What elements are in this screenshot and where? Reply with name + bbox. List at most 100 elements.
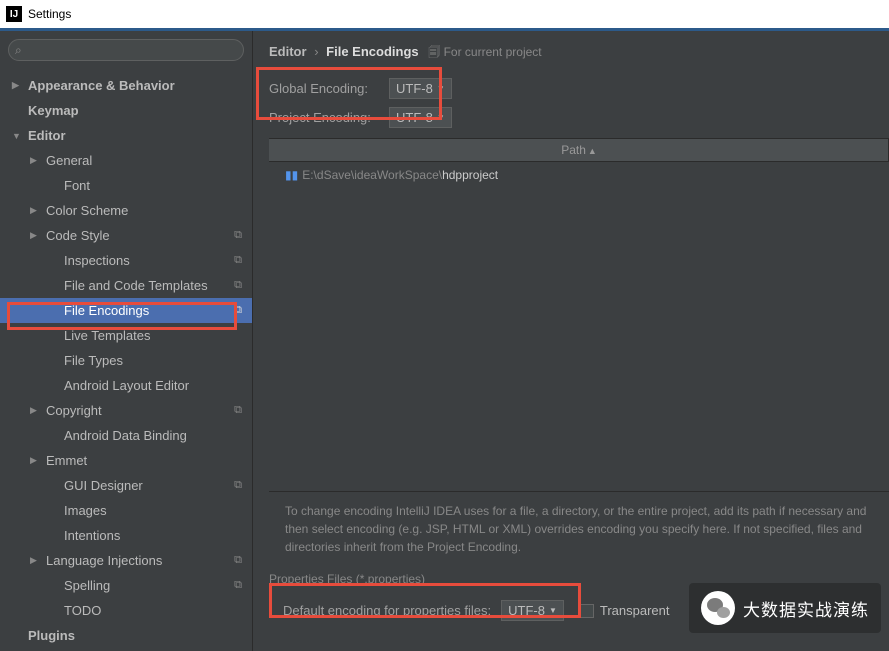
sidebar-item-appearance-behavior[interactable]: ▶ Appearance & Behavior <box>0 73 252 98</box>
sidebar-item-label: General <box>46 153 92 168</box>
tree-arrow-icon: ▶ <box>12 80 24 91</box>
transparent-checkbox-wrap[interactable]: Transparent <box>580 603 670 618</box>
sidebar-item-language-injections[interactable]: ▶ Language Injections ⧉ <box>0 548 252 573</box>
per-project-icon: ⧉ <box>234 479 242 492</box>
per-project-icon: ⧉ <box>234 279 242 292</box>
path-prefix: E:\dSave\ideaWorkSpace\ <box>302 168 442 182</box>
sidebar-item-label: Plugins <box>28 628 75 643</box>
sidebar-item-code-style[interactable]: ▶ Code Style ⧉ <box>0 223 252 248</box>
breadcrumb-sep: › <box>314 44 318 59</box>
app-logo-icon: IJ <box>6 6 22 22</box>
search-icon: ⌕ <box>15 43 22 58</box>
transparent-label: Transparent <box>600 603 670 618</box>
tree-arrow-icon: ▶ <box>30 455 42 466</box>
sidebar-item-label: File and Code Templates <box>64 278 208 293</box>
sidebar-item-label: Android Data Binding <box>64 428 187 443</box>
search-input[interactable] <box>8 39 244 61</box>
sidebar-item-images[interactable]: Images <box>0 498 252 523</box>
project-encoding-dropdown[interactable]: UTF-8 ▼ <box>389 107 452 128</box>
global-encoding-value: UTF-8 <box>396 81 433 96</box>
wechat-icon <box>701 591 735 625</box>
sidebar-item-label: Editor <box>28 128 66 143</box>
sidebar-item-label: Font <box>64 178 90 193</box>
tree-arrow-icon: ▶ <box>30 155 42 166</box>
breadcrumb-part2: File Encodings <box>326 44 418 59</box>
path-name: hdpproject <box>442 168 498 182</box>
path-row[interactable]: ▮▮ E:\dSave\ideaWorkSpace\hdpproject <box>285 168 873 182</box>
sidebar-item-copyright[interactable]: ▶ Copyright ⧉ <box>0 398 252 423</box>
transparent-checkbox[interactable] <box>580 604 594 618</box>
sidebar-item-live-templates[interactable]: Live Templates <box>0 323 252 348</box>
sidebar-item-label: Copyright <box>46 403 102 418</box>
sidebar-item-label: File Encodings <box>64 303 149 318</box>
settings-sidebar: ⌕ ▶ Appearance & Behavior Keymap ▼ Editor ▶ Ge… <box>0 31 253 651</box>
sidebar-item-label: Keymap <box>28 103 79 118</box>
sidebar-item-file-encodings[interactable]: File Encodings ⧉ <box>0 298 252 323</box>
sidebar-item-gui-designer[interactable]: GUI Designer ⧉ <box>0 473 252 498</box>
global-encoding-row: Global Encoding: UTF-8 ▼ <box>253 74 889 103</box>
chevron-down-icon: ▼ <box>437 84 445 93</box>
sidebar-item-label: GUI Designer <box>64 478 143 493</box>
sidebar-item-label: Spelling <box>64 578 110 593</box>
properties-encoding-value: UTF-8 <box>508 603 545 618</box>
window-title: Settings <box>28 7 71 21</box>
per-project-icon: ⧉ <box>234 554 242 567</box>
sidebar-item-label: Android Layout Editor <box>64 378 189 393</box>
sidebar-item-label: Color Scheme <box>46 203 128 218</box>
path-list[interactable]: ▮▮ E:\dSave\ideaWorkSpace\hdpproject <box>269 162 889 492</box>
sidebar-item-spelling[interactable]: Spelling ⧉ <box>0 573 252 598</box>
sidebar-item-inspections[interactable]: Inspections⧉ <box>0 248 252 273</box>
sidebar-item-keymap[interactable]: Keymap <box>0 98 252 123</box>
chevron-down-icon: ▼ <box>549 606 557 615</box>
sidebar-item-editor[interactable]: ▼ Editor <box>0 123 252 148</box>
encoding-hint-text: To change encoding IntelliJ IDEA uses fo… <box>253 492 889 566</box>
sidebar-item-label: File Types <box>64 353 123 368</box>
properties-encoding-dropdown[interactable]: UTF-8 ▼ <box>501 600 564 621</box>
breadcrumb: Editor › File Encodings 🗐 For current pr… <box>253 31 889 74</box>
sidebar-item-intentions[interactable]: Intentions <box>0 523 252 548</box>
sidebar-item-android-layout-editor[interactable]: Android Layout Editor <box>0 373 252 398</box>
breadcrumb-meta: 🗐 For current project <box>428 45 541 59</box>
sidebar-item-android-data-binding[interactable]: Android Data Binding <box>0 423 252 448</box>
sidebar-item-label: Code Style <box>46 228 110 243</box>
sidebar-item-label: Live Templates <box>64 328 150 343</box>
sort-asc-icon: ▲ <box>588 146 597 156</box>
sidebar-item-label: TODO <box>64 603 101 618</box>
sidebar-item-file-types[interactable]: File Types <box>0 348 252 373</box>
search-wrapper: ⌕ <box>8 39 244 61</box>
per-project-icon: ⧉ <box>234 229 242 242</box>
folder-icon: ▮▮ <box>285 168 298 182</box>
sidebar-item-emmet[interactable]: ▶Emmet <box>0 448 252 473</box>
global-encoding-label: Global Encoding: <box>269 81 389 96</box>
tree-arrow-icon: ▶ <box>30 230 42 241</box>
global-encoding-dropdown[interactable]: UTF-8 ▼ <box>389 78 452 99</box>
properties-encoding-label: Default encoding for properties files: <box>283 603 491 618</box>
per-project-icon: ⧉ <box>234 304 242 317</box>
sidebar-item-plugins[interactable]: Plugins <box>0 623 252 648</box>
sidebar-item-todo[interactable]: TODO <box>0 598 252 623</box>
project-encoding-label: Project Encoding: <box>269 110 389 125</box>
sidebar-item-label: Intentions <box>64 528 120 543</box>
tree-arrow-icon: ▶ <box>30 205 42 216</box>
window-titlebar: IJ Settings <box>0 0 889 28</box>
wechat-text: 大数据实战演练 <box>743 596 869 621</box>
tree-arrow-icon: ▼ <box>12 131 24 141</box>
sidebar-item-label: Appearance & Behavior <box>28 78 175 93</box>
per-project-icon: ⧉ <box>234 254 242 267</box>
sidebar-item-label: Language Injections <box>46 553 162 568</box>
breadcrumb-part1: Editor <box>269 44 307 59</box>
project-encoding-value: UTF-8 <box>396 110 433 125</box>
tree-arrow-icon: ▶ <box>30 405 42 416</box>
settings-content: Editor › File Encodings 🗐 For current pr… <box>253 31 889 651</box>
chevron-down-icon: ▼ <box>437 113 445 122</box>
sidebar-item-general[interactable]: ▶ General <box>0 148 252 173</box>
path-column-header[interactable]: Path▲ <box>269 138 889 162</box>
tree-arrow-icon: ▶ <box>30 555 42 566</box>
sidebar-item-color-scheme[interactable]: ▶ Color Scheme <box>0 198 252 223</box>
sidebar-item-font[interactable]: Font <box>0 173 252 198</box>
sidebar-item-label: Images <box>64 503 107 518</box>
sidebar-item-file-and-code-templates[interactable]: File and Code Templates ⧉ <box>0 273 252 298</box>
wechat-watermark: 大数据实战演练 <box>689 583 881 633</box>
per-project-icon: ⧉ <box>234 404 242 417</box>
per-project-icon: ⧉ <box>234 579 242 592</box>
